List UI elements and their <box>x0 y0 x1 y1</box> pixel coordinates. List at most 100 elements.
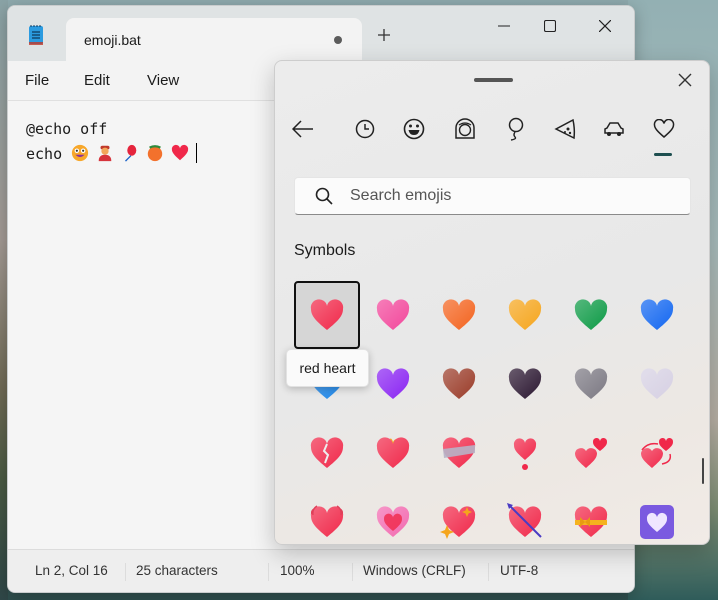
mending-heart-icon <box>442 437 476 468</box>
maximize-button[interactable] <box>528 12 572 40</box>
status-divider <box>125 563 126 581</box>
blue-heart-icon <box>640 299 674 330</box>
emoji-growing-heart[interactable] <box>360 488 426 544</box>
close-icon <box>599 20 611 32</box>
brown-heart-icon <box>442 368 476 399</box>
category-celebration[interactable] <box>503 117 527 141</box>
back-button[interactable] <box>291 117 315 141</box>
category-smileys[interactable] <box>402 117 426 141</box>
maximize-icon <box>544 20 556 32</box>
growing-heart-icon <box>376 506 410 537</box>
category-bar <box>275 117 709 157</box>
character-count: 25 characters <box>136 563 218 578</box>
heart-with-ribbon-icon <box>574 506 608 537</box>
sparkling-heart-icon <box>440 506 476 539</box>
menu-edit[interactable]: Edit <box>84 72 110 89</box>
smiley-icon <box>403 118 425 140</box>
category-recent[interactable] <box>353 117 377 141</box>
emoji-orange-heart[interactable] <box>426 281 492 349</box>
editor-line-2: echo <box>26 142 198 167</box>
emoji-heart-with-ribbon[interactable] <box>558 488 624 544</box>
category-food[interactable] <box>553 117 577 141</box>
person-face-icon <box>455 118 475 139</box>
green-heart-icon <box>574 299 608 330</box>
emoji-blue-heart[interactable] <box>624 281 690 349</box>
status-divider <box>268 563 269 581</box>
car-icon <box>604 122 624 136</box>
emoji-heart-decoration[interactable] <box>624 488 690 544</box>
emoji-green-heart[interactable] <box>558 281 624 349</box>
emoji-tooltip: red heart <box>286 349 369 387</box>
emoji-black-heart[interactable] <box>492 350 558 418</box>
heart-icon <box>653 119 675 138</box>
search-box[interactable] <box>294 177 691 215</box>
emoji-pink-heart[interactable] <box>360 281 426 349</box>
menu-file[interactable]: File <box>25 72 49 89</box>
minimize-button[interactable] <box>482 12 526 40</box>
peach-emoji-icon <box>147 145 163 162</box>
emoji-grey-heart[interactable] <box>558 350 624 418</box>
status-divider <box>488 563 489 581</box>
back-arrow-icon <box>292 120 313 138</box>
drag-handle[interactable] <box>474 78 513 82</box>
category-symbols[interactable] <box>652 117 676 141</box>
heart-exclamation-icon <box>513 438 537 470</box>
unsaved-indicator-icon[interactable] <box>334 36 342 44</box>
line-ending[interactable]: Windows (CRLF) <box>363 563 466 578</box>
emoji-heart-with-arrow[interactable] <box>492 488 558 544</box>
heart-on-fire-icon <box>376 437 410 468</box>
tab-title: emoji.bat <box>84 32 141 48</box>
zoom-level[interactable]: 100% <box>280 563 315 578</box>
cursor-position: Ln 2, Col 16 <box>35 563 108 578</box>
status-divider <box>352 563 353 581</box>
revolving-hearts-icon <box>641 437 674 468</box>
category-travel[interactable] <box>602 117 626 141</box>
clock-icon <box>355 119 375 139</box>
red-heart-icon <box>310 299 344 330</box>
close-window-button[interactable] <box>583 12 627 40</box>
pink-heart-icon <box>376 299 410 330</box>
search-emojis-input[interactable] <box>350 178 670 214</box>
emoji-two-hearts[interactable] <box>558 419 624 487</box>
emoji-yellow-heart[interactable] <box>492 281 558 349</box>
section-label-symbols: Symbols <box>294 242 356 259</box>
pizza-icon <box>554 118 576 140</box>
menu-view[interactable]: View <box>147 72 179 89</box>
heart-decoration-icon <box>640 505 674 539</box>
minimize-icon <box>498 25 510 27</box>
plus-icon <box>378 29 390 41</box>
emoji-red-heart[interactable] <box>294 281 360 349</box>
black-heart-icon <box>508 368 542 399</box>
emoji-heart-on-fire[interactable] <box>360 419 426 487</box>
emoji-white-heart[interactable] <box>624 350 690 418</box>
new-tab-button[interactable] <box>377 26 391 46</box>
emoji-revolving-hearts[interactable] <box>624 419 690 487</box>
red-heart-emoji-icon <box>172 144 189 161</box>
orange-heart-icon <box>442 299 476 330</box>
close-picker-icon[interactable] <box>675 70 695 90</box>
editor-content: @echo off echo <box>26 117 198 167</box>
title-bar: emoji.bat <box>8 6 634 62</box>
emoji-brown-heart[interactable] <box>426 350 492 418</box>
emoji-beating-heart[interactable] <box>294 488 360 544</box>
emoji-sparkling-heart[interactable] <box>426 488 492 544</box>
person-with-cap-emoji-icon <box>98 145 112 162</box>
text-caret <box>196 143 198 163</box>
emoji-mending-heart[interactable] <box>426 419 492 487</box>
category-people[interactable] <box>453 117 477 141</box>
emoji-heart-exclamation[interactable] <box>492 419 558 487</box>
scrollbar-thumb[interactable] <box>702 458 704 484</box>
two-hearts-icon <box>575 437 608 468</box>
encoding[interactable]: UTF-8 <box>500 563 538 578</box>
purple-heart-icon <box>376 368 410 399</box>
editor-line-1: @echo off <box>26 120 108 138</box>
zany-face-emoji-icon <box>72 144 89 162</box>
tab-emoji-bat[interactable]: emoji.bat <box>66 18 362 62</box>
balloon-emoji-icon <box>125 144 137 162</box>
emoji-purple-heart[interactable] <box>360 350 426 418</box>
emoji-broken-heart[interactable] <box>294 419 360 487</box>
emoji-picker: Symbols red heart <box>274 60 710 545</box>
broken-heart-icon <box>310 437 344 468</box>
yellow-heart-icon <box>508 299 542 330</box>
editor-line-2-text: echo <box>26 145 72 163</box>
